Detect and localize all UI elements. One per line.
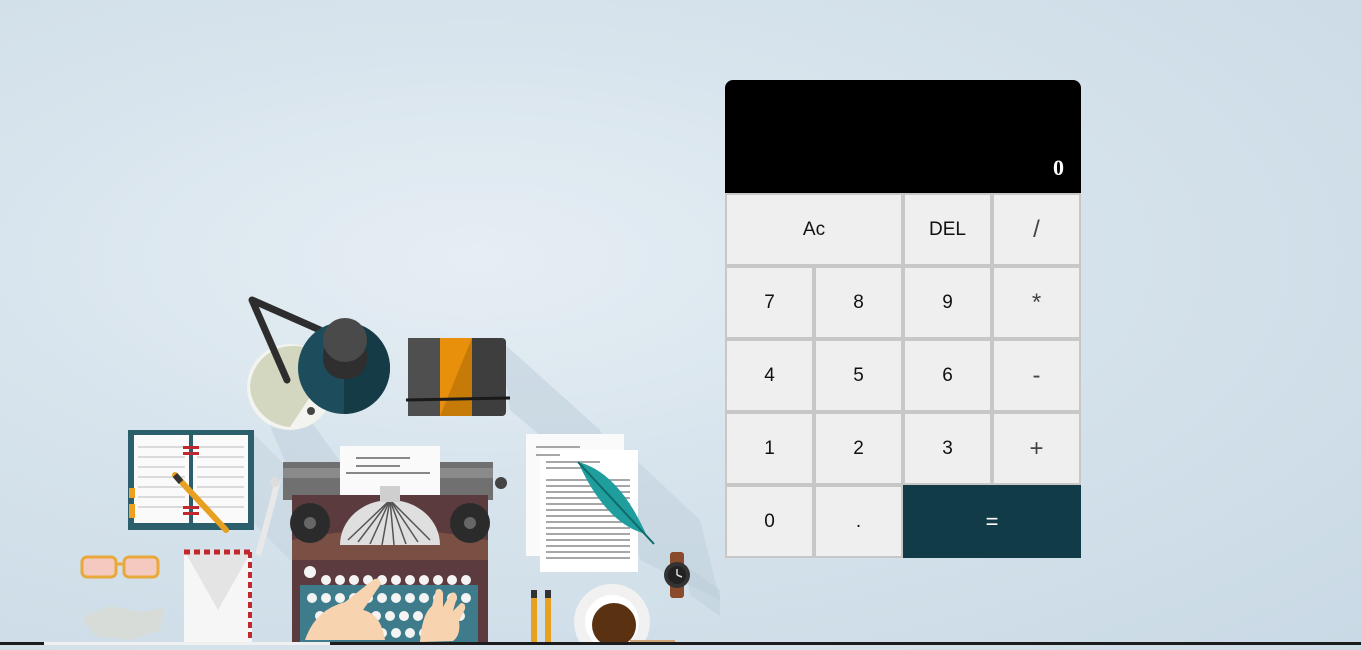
digit-3-button[interactable]: 3 xyxy=(903,412,992,485)
add-button[interactable]: + xyxy=(992,412,1081,485)
subtract-button[interactable]: - xyxy=(992,339,1081,412)
calculator-display: 0 xyxy=(725,80,1081,193)
calculator-keypad: Ac DEL / 7 8 9 * 4 5 6 - 1 2 3 + 0 . = xyxy=(725,193,1081,558)
glasses-icon xyxy=(80,555,160,579)
all-clear-button[interactable]: Ac xyxy=(725,193,903,266)
book-icon xyxy=(405,338,511,416)
digit-1-button[interactable]: 1 xyxy=(725,412,814,485)
envelope-icon xyxy=(184,549,252,642)
digit-8-button[interactable]: 8 xyxy=(814,266,903,339)
calculator: 0 Ac DEL / 7 8 9 * 4 5 6 - 1 2 3 + 0 . = xyxy=(725,80,1081,558)
desk-scene xyxy=(80,296,725,650)
digit-9-button[interactable]: 9 xyxy=(903,266,992,339)
pens-icon xyxy=(531,590,551,642)
divide-button[interactable]: / xyxy=(992,193,1081,266)
digit-4-button[interactable]: 4 xyxy=(725,339,814,412)
digit-2-button[interactable]: 2 xyxy=(814,412,903,485)
digit-6-button[interactable]: 6 xyxy=(903,339,992,412)
notebook-icon xyxy=(128,430,254,533)
typewriter-icon xyxy=(255,446,507,643)
desk-illustration xyxy=(0,0,725,650)
delete-button[interactable]: DEL xyxy=(903,193,992,266)
digit-5-button[interactable]: 5 xyxy=(814,339,903,412)
equals-button[interactable]: = xyxy=(903,485,1081,558)
crumpled-paper-icon xyxy=(82,606,165,640)
digit-7-button[interactable]: 7 xyxy=(725,266,814,339)
decimal-button[interactable]: . xyxy=(814,485,903,558)
coffee-cup-icon xyxy=(574,584,675,650)
desk-lamp-icon xyxy=(247,296,390,430)
multiply-button[interactable]: * xyxy=(992,266,1081,339)
digit-0-button[interactable]: 0 xyxy=(725,485,814,558)
display-value: 0 xyxy=(1053,155,1064,180)
